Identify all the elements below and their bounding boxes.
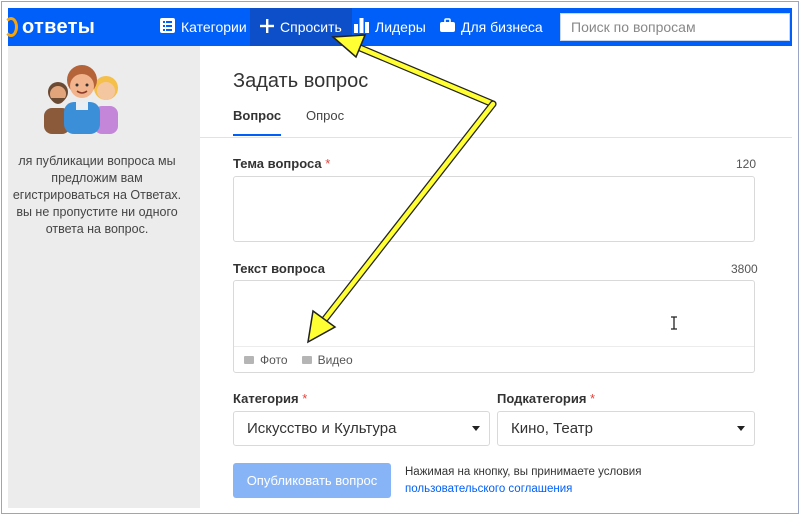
people-illustration-icon — [40, 54, 124, 134]
nav-business-label: Для бизнеса — [461, 19, 543, 35]
subcategory-label: Подкатегория * — [497, 391, 595, 406]
nav-ask[interactable]: Спросить — [250, 8, 352, 46]
terms-text: Нажимая на кнопку, вы принимаете условия — [405, 466, 642, 478]
topic-input[interactable] — [233, 176, 755, 242]
media-toolbar: Фото Видео — [234, 346, 754, 372]
top-nav-bar: ответы Категории Спросить Лидеры Для биз… — [4, 8, 792, 46]
photo-icon — [244, 355, 254, 364]
logo-text: ответы — [22, 15, 96, 38]
topic-label: Тема вопроса * — [233, 156, 330, 171]
category-value: Искусство и Культура — [247, 420, 397, 437]
briefcase-icon — [440, 18, 455, 36]
search-input[interactable]: Поиск по вопросам — [560, 13, 790, 41]
sidebar-panel: ля публикации вопроса мы предложим вам е… — [8, 46, 200, 508]
plus-icon — [260, 18, 274, 36]
bar-chart-icon — [354, 18, 369, 36]
subcategory-label-text: Подкатегория — [497, 391, 587, 406]
form-tabs: Вопрос Опрос — [200, 104, 792, 138]
chevron-down-icon — [472, 426, 480, 431]
required-mark: * — [325, 156, 331, 171]
add-video-button[interactable]: Видео — [301, 352, 353, 367]
nav-categories-label: Категории — [181, 19, 247, 35]
category-select[interactable]: Искусство и Культура — [233, 411, 490, 446]
tab-question[interactable]: Вопрос — [233, 108, 282, 136]
logo-mark-icon — [4, 17, 18, 37]
sidebar-info-text: ля публикации вопроса мы предложим вам е… — [12, 154, 182, 236]
add-photo-button[interactable]: Фото — [244, 353, 288, 367]
nav-business[interactable]: Для бизнеса — [432, 8, 551, 46]
nav-ask-label: Спросить — [280, 19, 342, 35]
subcategory-select[interactable]: Кино, Театр — [497, 411, 755, 446]
search-placeholder: Поиск по вопросам — [571, 19, 696, 35]
topic-label-text: Тема вопроса — [233, 156, 322, 171]
required-mark: * — [590, 391, 596, 406]
video-icon — [301, 355, 312, 364]
nav-leaders[interactable]: Лидеры — [346, 8, 434, 46]
category-label-text: Категория — [233, 391, 299, 406]
add-photo-label: Фото — [260, 352, 288, 367]
topic-char-limit: 120 — [736, 157, 757, 171]
nav-leaders-label: Лидеры — [375, 19, 426, 35]
subcategory-value: Кино, Театр — [511, 420, 593, 437]
text-cursor-icon — [671, 316, 677, 330]
add-video-label: Видео — [317, 352, 353, 367]
publish-button[interactable]: Опубликовать вопрос — [233, 463, 391, 498]
ask-question-form: Задать вопрос Вопрос Опрос Тема вопроса … — [200, 46, 792, 508]
category-label: Категория * — [233, 391, 307, 406]
terms-note: Нажимая на кнопку, вы принимаете условия… — [405, 464, 641, 498]
chevron-down-icon — [737, 426, 745, 431]
logo[interactable]: ответы — [4, 8, 96, 46]
text-char-limit: 3800 — [731, 262, 758, 276]
required-mark: * — [302, 391, 308, 406]
list-icon — [160, 18, 175, 36]
page-title: Задать вопрос — [233, 70, 369, 92]
nav-categories[interactable]: Категории — [152, 8, 255, 46]
text-label: Текст вопроса — [233, 261, 326, 276]
tab-poll[interactable]: Опрос — [306, 108, 344, 123]
terms-link[interactable]: пользовательского соглашения — [405, 483, 572, 495]
